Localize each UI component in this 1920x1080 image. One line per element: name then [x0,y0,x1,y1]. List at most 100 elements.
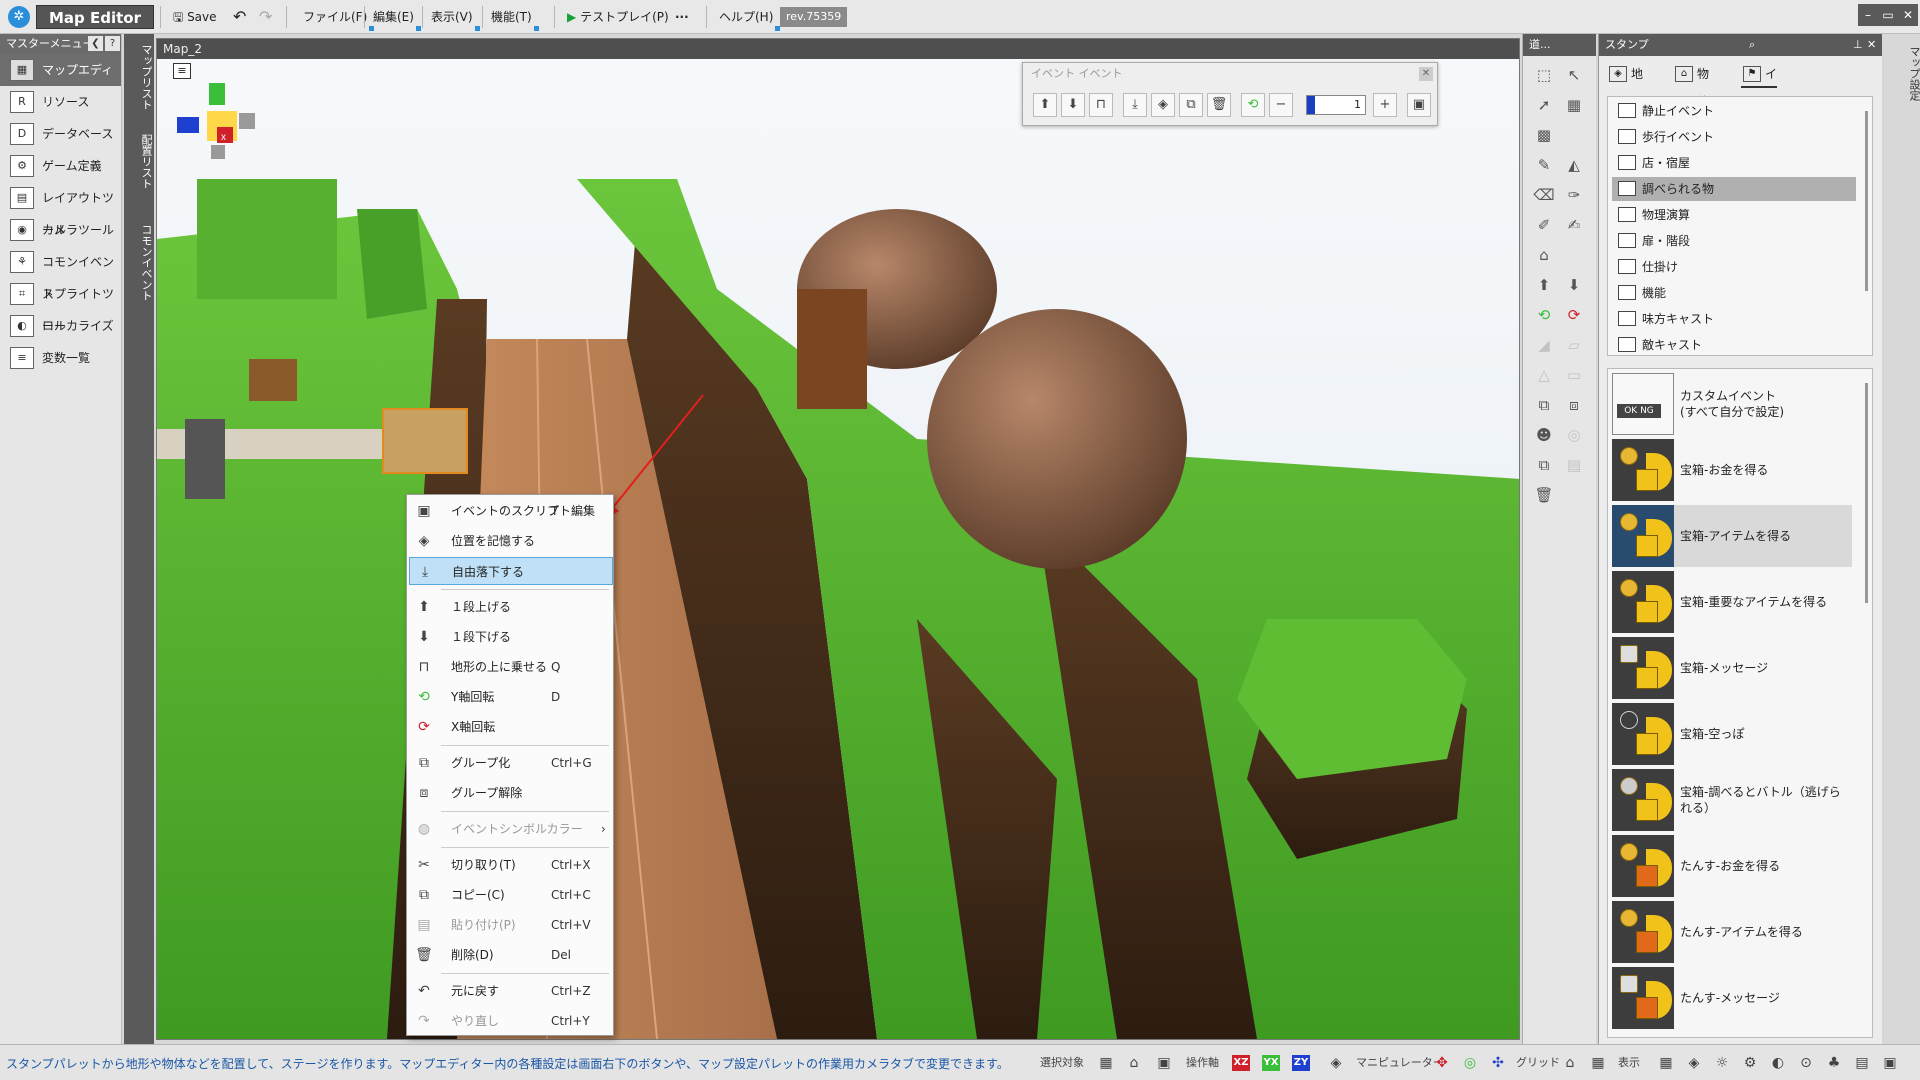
rotate-y-icon[interactable]: ⟲ [1531,302,1557,328]
menu-item-database[interactable]: D データベース [0,118,121,150]
ctx-paste[interactable]: ▤ 貼り付け(P) Ctrl+V [409,911,613,939]
select-rect-icon[interactable]: ⬚ [1531,62,1557,88]
copy-icon[interactable]: ⧉ [1179,93,1203,117]
category-function[interactable]: 機能 [1612,281,1856,305]
grid-toggle-icon[interactable]: ≡ [173,63,191,79]
minus-button[interactable]: − [1269,93,1293,117]
category-walking-event[interactable]: 歩行イベント [1612,125,1856,149]
menu-item-game-definition[interactable]: ⚙ ゲーム定義 [0,150,121,182]
menu-function[interactable]: 機能(T) [488,6,539,31]
rotate-y-icon[interactable]: ⟲ [1241,93,1265,117]
raise-icon[interactable]: ⬆ [1033,93,1057,117]
ctx-ungroup[interactable]: ⧈ グループ解除 [409,779,613,807]
place-on-terrain-icon[interactable]: ⊓ [1089,93,1113,117]
plus-button[interactable]: + [1373,93,1397,117]
category-inspectable[interactable]: 調べられる物 [1612,177,1856,201]
ungroup-icon[interactable]: ⧈ [1561,392,1587,418]
close-icon[interactable]: ✕ [1419,67,1433,81]
stamp-chest-battle[interactable]: 宝箱-調べるとバトル（逃げられる） [1612,769,1852,831]
ctx-remember-position[interactable]: ◈ 位置を記憶する [409,527,613,555]
remember-position-icon[interactable]: ◈ [1151,93,1175,117]
lower-icon[interactable]: ⬇ [1061,93,1085,117]
menu-item-camera-tool[interactable]: ◉ カメラツール [0,214,121,246]
menu-help[interactable]: ヘルプ(H) [716,6,781,31]
rotate-gizmo-icon[interactable]: ◎ [1460,1053,1480,1073]
menu-item-variable-list[interactable]: ≡ 変数一覧 [0,342,121,374]
paste-icon[interactable]: ▤ [1561,452,1587,478]
stamp-chest-empty[interactable]: 宝箱-空っぽ [1612,703,1852,765]
close-window-button[interactable]: ✕ [1898,4,1918,26]
tab-placement-list[interactable]: 配置リスト [124,130,154,210]
character-icon[interactable]: ☻ [1531,422,1557,448]
box-icon[interactable]: ▭ [1561,362,1587,388]
menu-file[interactable]: ファイル(F) [300,6,375,31]
ctx-raise[interactable]: ⬆ １段上げる [409,593,613,621]
tab-terrain[interactable]: ◈地形 [1607,60,1643,109]
copy-icon[interactable]: ⧉ [1531,452,1557,478]
category-enemy-cast[interactable]: 敵キャスト [1612,333,1856,357]
lower-icon[interactable]: ⬇ [1561,272,1587,298]
minimize-button[interactable]: – [1858,4,1878,26]
stamp-chest-key-item[interactable]: 宝箱-重要なアイテムを得る [1612,571,1852,633]
ctx-copy[interactable]: ⧉ コピー(C) Ctrl+C [409,881,613,909]
select-event-icon[interactable]: ▣ [1154,1053,1174,1073]
ctx-edit-script[interactable]: ▣ イベントのスクリプト編集 T [409,497,613,525]
stamp-scrollbar[interactable] [1865,383,1868,603]
axis-xz-button[interactable]: XZ [1232,1055,1250,1071]
raise-icon[interactable]: ⬆ [1531,272,1557,298]
rotate-x-icon[interactable]: ⟳ [1561,302,1587,328]
menu-item-sprite-tool[interactable]: ⌗ スプライトツール [0,278,121,333]
ctx-redo[interactable]: ↷ やり直し Ctrl+Y [409,1007,613,1035]
category-physics[interactable]: 物理演算 [1612,203,1856,227]
help-icon[interactable]: ? [105,36,120,51]
map-viewport[interactable]: Map_2 ≡ x [156,38,1520,1040]
layer-icon[interactable]: ▱ [1561,332,1587,358]
save-button[interactable]: 🖫 Save [170,6,220,28]
eyedropper-icon[interactable]: ✑ [1561,182,1587,208]
map-scene[interactable] [157,59,1520,1040]
tab-map-list[interactable]: マップリスト [124,40,154,120]
stamp-dresser-money[interactable]: たんす-お金を得る [1612,835,1852,897]
scale-gizmo-icon[interactable]: ✣ [1488,1053,1508,1073]
display-tree-icon[interactable]: ♣ [1824,1053,1844,1073]
stamp-custom-event[interactable]: OK NG カスタムイベント (すべて自分で設定) [1612,373,1852,435]
menu-testplay[interactable]: ▶ テストプレイ(P) [564,6,672,28]
tab-map-settings[interactable]: マップ設定 [1892,42,1920,122]
axis-gizmo[interactable]: x [177,83,267,163]
redo-button[interactable]: ↷ [256,6,275,28]
stamp-dresser-item[interactable]: たんす-アイテムを得る [1612,901,1852,963]
trash-icon[interactable]: 🗑 [1207,93,1231,117]
category-shop-inn[interactable]: 店・宿屋 [1612,151,1856,175]
pointer-icon[interactable]: ↖ [1561,62,1587,88]
tab-event[interactable]: ⚑イベント [1741,60,1778,165]
category-gimmick[interactable]: 仕掛け [1612,255,1856,279]
lasso-icon[interactable]: ➚ [1531,92,1557,118]
grid-table-icon[interactable]: ▦ [1588,1053,1608,1073]
more-options-button[interactable]: ··· [672,6,692,28]
move-gizmo-icon[interactable]: ✥ [1432,1053,1452,1073]
brush-icon[interactable]: ✐ [1531,212,1557,238]
pin-icon[interactable]: ⊥ [1853,34,1863,56]
display-cylinder-icon[interactable]: ⊙ [1796,1053,1816,1073]
stamp-dresser-message[interactable]: たんす-メッセージ [1612,967,1852,1029]
display-object-icon[interactable]: ◈ [1684,1053,1704,1073]
manipulator-icon[interactable]: ◈ [1326,1053,1346,1073]
display-gear-icon[interactable]: ⚙ [1740,1053,1760,1073]
tab-object[interactable]: ⌂物体 [1673,60,1709,109]
menu-view[interactable]: 表示(V) [428,6,480,31]
ctx-rotate-x[interactable]: ⟳ X軸回転 [409,713,613,741]
eraser-icon[interactable]: ⌫ [1531,182,1557,208]
category-door-stairs[interactable]: 扉・階段 [1612,229,1856,253]
stamp-chest-item[interactable]: 宝箱-アイテムを得る [1612,505,1852,567]
stamp-chest-money[interactable]: 宝箱-お金を得る [1612,439,1852,501]
menu-item-common-event[interactable]: ⚘ コモンイベント [0,246,121,301]
pencil-icon[interactable]: ✎ [1531,152,1557,178]
undo-button[interactable]: ↶ [230,6,249,28]
maximize-button[interactable]: ▭ [1878,4,1898,26]
grid-icon[interactable]: ⌂ [1560,1053,1580,1073]
slope-icon[interactable]: ◢ [1531,332,1557,358]
display-light-icon[interactable]: ☼ [1712,1053,1732,1073]
grid-select-icon[interactable]: ▦ [1561,92,1587,118]
display-grid-icon[interactable]: ▦ [1656,1053,1676,1073]
free-fall-icon[interactable]: ⤓ [1123,93,1147,117]
